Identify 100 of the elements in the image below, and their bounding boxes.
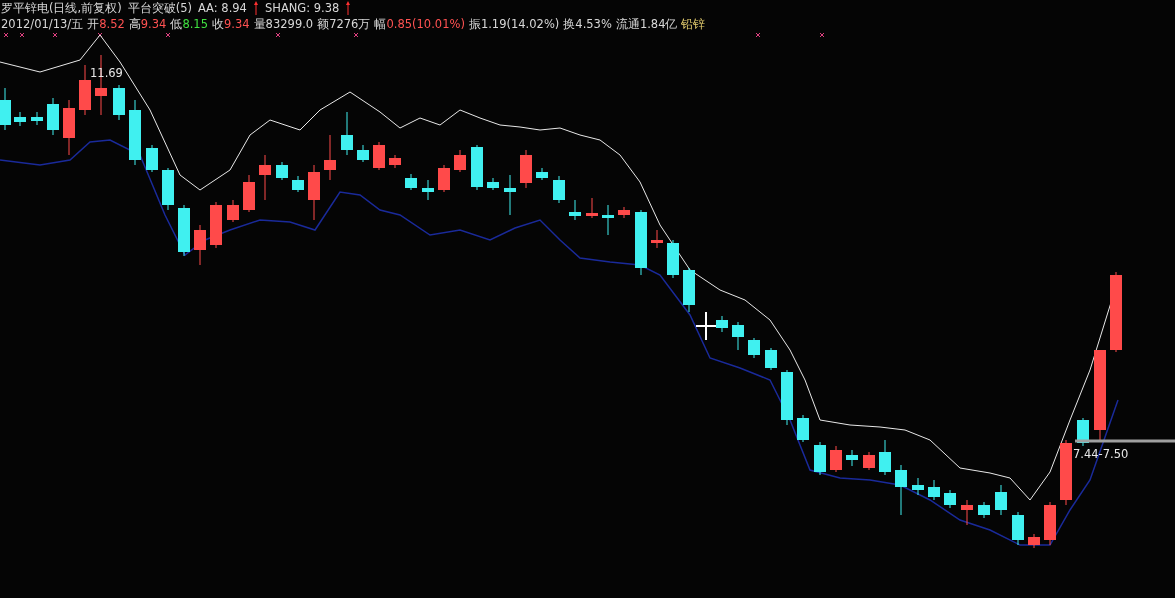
quote-value: 8.15 bbox=[182, 16, 208, 32]
candlestick bbox=[438, 164, 450, 193]
candlestick bbox=[732, 321, 744, 351]
candlestick bbox=[357, 144, 369, 163]
candlestick bbox=[454, 149, 466, 173]
candlestick bbox=[471, 144, 483, 191]
candlestick bbox=[405, 173, 417, 191]
candlestick bbox=[47, 97, 59, 136]
candlestick bbox=[389, 154, 401, 169]
candlestick bbox=[635, 209, 647, 276]
quote-label: 振 bbox=[468, 16, 481, 32]
candlestick bbox=[978, 501, 990, 519]
candlestick bbox=[520, 149, 532, 189]
price-annotation: 7.44-7.50 bbox=[1073, 447, 1129, 461]
candlestick bbox=[995, 484, 1007, 516]
quote-value: 4.53% bbox=[575, 16, 612, 32]
quote-label: 收 bbox=[212, 16, 224, 32]
candlestick bbox=[162, 167, 174, 211]
candlestick bbox=[341, 111, 353, 156]
candlestick bbox=[683, 267, 695, 313]
cross-marker-icon bbox=[755, 32, 761, 38]
indicator-value: AA: 8.94 bbox=[197, 1, 247, 15]
candlestick bbox=[830, 445, 842, 473]
candlestick bbox=[276, 161, 288, 181]
chart-title: 平台突破(5) bbox=[127, 0, 192, 16]
candlestick bbox=[1012, 511, 1024, 546]
chart-title: 罗平锌电(日线,前复权) bbox=[1, 0, 122, 16]
crosshair-icon bbox=[695, 311, 717, 341]
candlestick bbox=[797, 414, 809, 443]
quote-value: 7276万 bbox=[329, 16, 371, 32]
quote-label: 高 bbox=[128, 16, 141, 32]
candlestick bbox=[863, 451, 875, 471]
quote-label: 开 bbox=[87, 16, 100, 32]
quote-label: 流通 bbox=[615, 16, 640, 32]
candlestick bbox=[928, 479, 940, 501]
sector-label: 铅锌 bbox=[681, 16, 706, 32]
cross-marker-icon bbox=[165, 32, 171, 38]
cross-marker-icon bbox=[52, 32, 58, 38]
candlestick bbox=[259, 154, 271, 201]
candlestick bbox=[651, 229, 663, 249]
candlestick bbox=[79, 64, 91, 116]
candlestick bbox=[129, 99, 141, 166]
candlestick bbox=[814, 441, 826, 476]
candlestick bbox=[569, 199, 581, 221]
quote-label: 低 bbox=[170, 16, 183, 32]
candlestick bbox=[846, 449, 858, 467]
candlestick bbox=[210, 201, 222, 249]
candlestick bbox=[422, 179, 434, 201]
candlestick bbox=[879, 439, 891, 476]
candlestick bbox=[31, 111, 43, 126]
cross-marker-icon bbox=[19, 32, 25, 38]
quote-label: 幅 bbox=[374, 16, 387, 32]
candlestick bbox=[748, 337, 760, 359]
candlestick bbox=[292, 175, 304, 193]
candlestick bbox=[146, 144, 158, 173]
quote-value: 1.19(14.02%) bbox=[480, 16, 560, 32]
indicator-value: SHANG: 9.38 bbox=[264, 1, 340, 15]
candlestick bbox=[667, 239, 679, 279]
quote-value: 9.34 bbox=[140, 16, 167, 32]
cross-marker-icon bbox=[97, 32, 103, 38]
arrow-marker-icon bbox=[252, 1, 259, 15]
date-label: 2012/01/13/五 bbox=[1, 16, 84, 32]
candlestick bbox=[716, 315, 728, 333]
quote-value: 1.84亿 bbox=[639, 16, 678, 32]
candlestick bbox=[194, 224, 206, 266]
candlestick bbox=[308, 164, 320, 221]
candlestick bbox=[1060, 439, 1072, 506]
candlestick bbox=[113, 84, 125, 121]
candlestick bbox=[14, 111, 26, 127]
candlestick bbox=[602, 204, 614, 236]
candlestick bbox=[765, 347, 777, 371]
quote-label: 额 bbox=[317, 16, 330, 32]
cross-marker-icon bbox=[353, 32, 359, 38]
candlestick bbox=[227, 199, 239, 223]
quote-label: 量 bbox=[253, 16, 266, 32]
cross-marker-icon bbox=[275, 32, 281, 38]
quote-value: 83299.0 bbox=[265, 16, 314, 32]
candlestick bbox=[178, 204, 190, 257]
candlestick bbox=[961, 499, 973, 526]
cross-marker-icon bbox=[3, 32, 9, 38]
candlestick bbox=[912, 477, 924, 496]
quote-value: 9.34 bbox=[224, 16, 250, 32]
candlestick bbox=[1028, 533, 1040, 549]
candlestick bbox=[1044, 501, 1056, 546]
cross-marker-icon bbox=[819, 32, 825, 38]
candlestick bbox=[63, 99, 75, 156]
candlestick bbox=[504, 174, 516, 216]
candlestick bbox=[487, 177, 499, 191]
candlestick bbox=[324, 134, 336, 181]
price-annotation: 11.69 bbox=[90, 66, 123, 80]
candlestick bbox=[895, 464, 907, 516]
candlestick bbox=[536, 167, 548, 181]
candlestick bbox=[618, 206, 630, 219]
quote-value: 8.52 bbox=[99, 16, 125, 32]
candlestick bbox=[781, 369, 793, 426]
quote-value: 0.85(10.01%) bbox=[386, 16, 465, 32]
candlestick bbox=[373, 141, 385, 171]
quote-label: 换 bbox=[563, 16, 576, 32]
arrow-marker-icon bbox=[345, 1, 352, 15]
candlestick bbox=[586, 197, 598, 219]
